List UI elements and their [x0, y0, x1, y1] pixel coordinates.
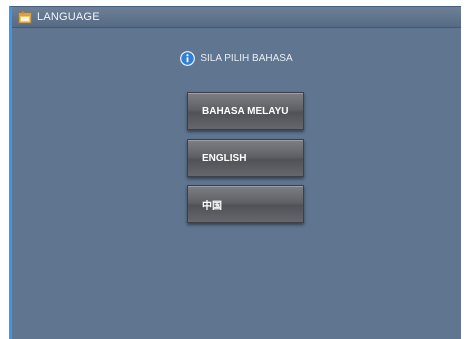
title-bar: LANGUAGE	[12, 7, 461, 28]
app-window-icon	[18, 10, 32, 24]
bahasa-melayu-button[interactable]: BAHASA MELAYU	[187, 92, 304, 130]
language-window: LANGUAGE SILA PILIH BAHASA BAHASA MELAYU…	[9, 6, 461, 339]
chinese-button[interactable]: 中国	[187, 185, 304, 223]
info-icon	[180, 51, 196, 66]
english-button[interactable]: ENGLISH	[187, 139, 304, 177]
button-label: 中国	[202, 200, 222, 212]
button-label: BAHASA MELAYU	[202, 105, 289, 117]
prompt-text: SILA PILIH BAHASA	[200, 53, 293, 64]
language-prompt: SILA PILIH BAHASA	[12, 51, 461, 66]
window-title: LANGUAGE	[37, 11, 100, 23]
button-label: ENGLISH	[202, 152, 247, 164]
